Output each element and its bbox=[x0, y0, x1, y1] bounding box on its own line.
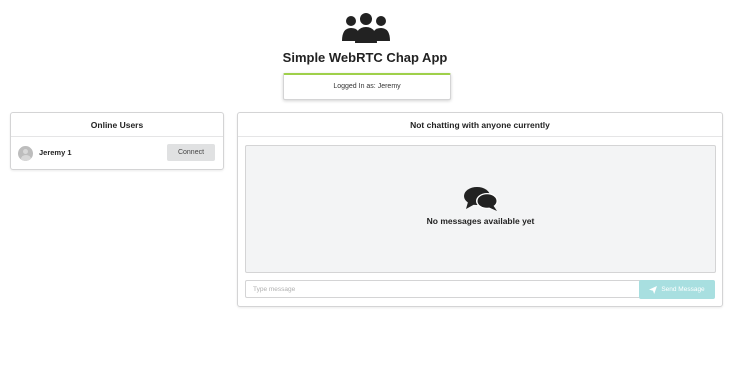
users-group-icon bbox=[342, 13, 390, 43]
chat-panel: Not chatting with anyone currently No me… bbox=[237, 112, 723, 307]
online-users-title: Online Users bbox=[11, 113, 223, 137]
send-message-button[interactable]: Send Message bbox=[639, 280, 715, 299]
logged-in-status: Logged In as: Jeremy bbox=[283, 73, 451, 100]
user-name: Jeremy 1 bbox=[39, 148, 72, 157]
comments-icon bbox=[464, 187, 498, 211]
empty-messages-text: No messages available yet bbox=[426, 216, 535, 226]
user-list-item: Jeremy 1 Connect bbox=[11, 137, 223, 169]
send-message-label: Send Message bbox=[661, 286, 705, 293]
chat-status-title: Not chatting with anyone currently bbox=[238, 113, 722, 137]
connect-button[interactable]: Connect bbox=[167, 144, 215, 161]
avatar bbox=[18, 146, 33, 161]
app-title: Simple WebRTC Chap App bbox=[282, 50, 448, 65]
messages-area: No messages available yet bbox=[245, 145, 716, 273]
paper-plane-icon bbox=[649, 285, 658, 294]
online-users-panel: Online Users Jeremy 1 Connect bbox=[10, 112, 224, 170]
message-input[interactable] bbox=[245, 280, 645, 298]
